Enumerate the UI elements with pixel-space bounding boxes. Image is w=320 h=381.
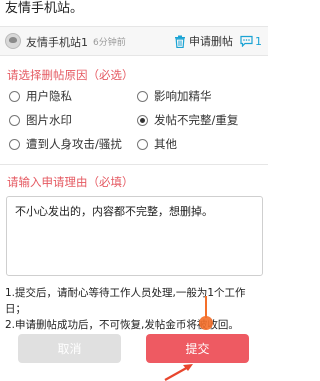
cancel-button[interactable]: 取消 <box>18 334 121 363</box>
comment-icon <box>240 35 253 47</box>
comment-count: 1 <box>255 34 262 48</box>
post-info-bar: 友情手机站1 6分钟前 申请删帖 1 <box>0 26 268 56</box>
reason-option-privacy[interactable]: 用户隐私 <box>9 88 72 104</box>
radio-checked-icon[interactable] <box>137 114 148 126</box>
reason-option-other[interactable]: 其他 <box>137 136 177 152</box>
apply-delete-label: 申请删帖 <box>189 35 233 48</box>
post-time: 6分钟前 <box>93 38 126 48</box>
arrow-annotation-icon <box>164 364 193 381</box>
radio-icon[interactable] <box>9 138 20 150</box>
radio-icon[interactable] <box>137 90 148 102</box>
reasons-section-title: 请选择删帖原因（必选） <box>7 68 134 82</box>
radio-icon[interactable] <box>9 114 20 126</box>
reason-option-affect-featured[interactable]: 影响加精华 <box>137 88 212 104</box>
note-line-1: 1.提交后，请耐心等待工作人员处理,一般为1个工作日； <box>5 287 246 315</box>
reason-label: 图片水印 <box>26 113 72 127</box>
tap-pointer-line <box>205 296 207 318</box>
note-line-2: 2.申请删帖成功后，不可恢复,发帖金币将被收回。 <box>5 319 239 331</box>
apply-delete-button[interactable]: 申请删帖 <box>174 31 233 51</box>
reason-option-incomplete[interactable]: 发帖不完整/重复 <box>137 112 238 128</box>
submit-button[interactable]: 提交 <box>146 334 249 363</box>
reason-option-harassment[interactable]: 遭到人身攻击/骚扰 <box>9 136 122 152</box>
post-content-tail: 友情手机站。 <box>5 1 84 16</box>
radio-icon[interactable] <box>9 90 20 102</box>
reason-label: 遭到人身攻击/骚扰 <box>26 137 122 151</box>
notes: 1.提交后，请耐心等待工作人员处理,一般为1个工作日； 2.申请删帖成功后，不可… <box>5 285 265 333</box>
radio-icon[interactable] <box>137 138 148 150</box>
reason-label: 用户隐私 <box>26 89 72 103</box>
reason-label: 发帖不完整/重复 <box>154 113 239 127</box>
reason-textarea[interactable]: 不小心发出的，内容都不完整，想删掉。 <box>6 196 263 276</box>
tap-indicator-dot <box>199 316 213 330</box>
author-name[interactable]: 友情手机站1 <box>26 34 88 50</box>
divider <box>0 164 268 165</box>
reason-input-title: 请输入申请理由（必填） <box>7 175 134 189</box>
comment-button[interactable]: 1 <box>240 31 262 51</box>
reason-label: 其他 <box>154 137 177 151</box>
trash-icon <box>175 35 185 48</box>
reason-label: 影响加精华 <box>154 89 212 103</box>
avatar[interactable] <box>5 33 21 49</box>
reason-option-watermark[interactable]: 图片水印 <box>9 112 72 128</box>
